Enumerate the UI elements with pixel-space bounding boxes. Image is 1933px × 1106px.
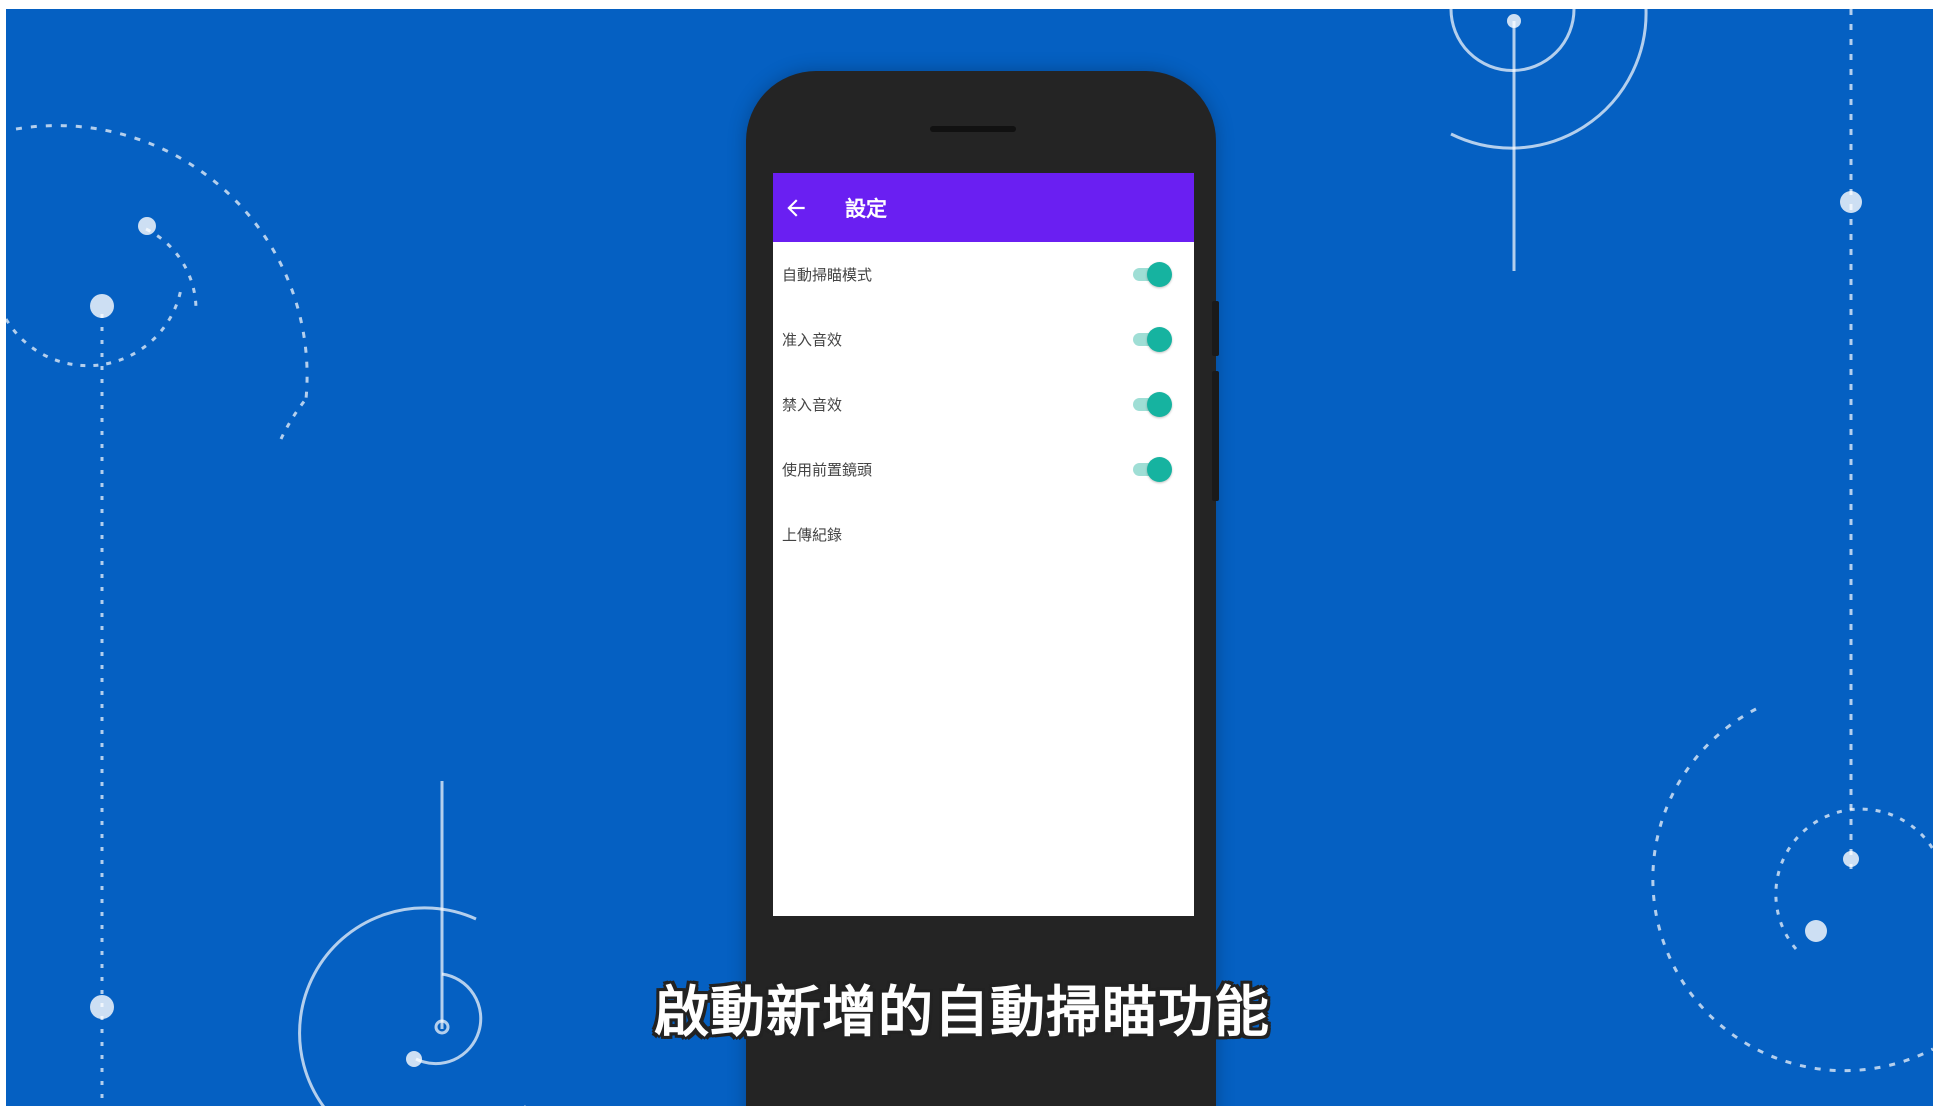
phone-power-button xyxy=(1212,371,1219,501)
setting-label: 使用前置鏡頭 xyxy=(782,461,873,479)
setting-admit-sound[interactable]: 准入音效 xyxy=(773,307,1194,372)
page-title: 設定 xyxy=(845,197,887,221)
app-bar: 設定 xyxy=(773,173,1194,242)
setting-label: 自動掃瞄模式 xyxy=(782,266,873,284)
phone-volume-button xyxy=(1212,301,1219,356)
setting-label: 禁入音效 xyxy=(782,396,843,414)
video-frame: 設定 自動掃瞄模式 准入音效 禁入音效 使用前置鏡頭 上傳紀錄 啟動新增的自動掃… xyxy=(6,9,1933,1106)
toggle-thumb xyxy=(1147,392,1172,417)
toggle-thumb xyxy=(1147,457,1172,482)
admit-sound-toggle[interactable] xyxy=(1133,327,1172,352)
front-camera-toggle[interactable] xyxy=(1133,457,1172,482)
video-subtitle: 啟動新增的自動掃瞄功能 xyxy=(654,980,1271,1044)
toggle-thumb xyxy=(1147,327,1172,352)
setting-label: 准入音效 xyxy=(782,331,843,349)
setting-label: 上傳紀錄 xyxy=(782,526,843,544)
phone-speaker xyxy=(930,126,1016,132)
setting-deny-sound[interactable]: 禁入音效 xyxy=(773,372,1194,437)
toggle-thumb xyxy=(1147,262,1172,287)
setting-auto-scan-mode[interactable]: 自動掃瞄模式 xyxy=(773,242,1194,307)
setting-upload-records[interactable]: 上傳紀錄 xyxy=(773,502,1194,567)
settings-list: 自動掃瞄模式 准入音效 禁入音效 使用前置鏡頭 上傳紀錄 xyxy=(773,242,1194,567)
arrow-left-icon[interactable] xyxy=(783,195,809,221)
auto-scan-toggle[interactable] xyxy=(1133,262,1172,287)
phone-screen: 設定 自動掃瞄模式 准入音效 禁入音效 使用前置鏡頭 上傳紀錄 xyxy=(773,173,1194,916)
phone-mockup: 設定 自動掃瞄模式 准入音效 禁入音效 使用前置鏡頭 上傳紀錄 xyxy=(746,71,1219,1106)
setting-front-camera[interactable]: 使用前置鏡頭 xyxy=(773,437,1194,502)
deny-sound-toggle[interactable] xyxy=(1133,392,1172,417)
